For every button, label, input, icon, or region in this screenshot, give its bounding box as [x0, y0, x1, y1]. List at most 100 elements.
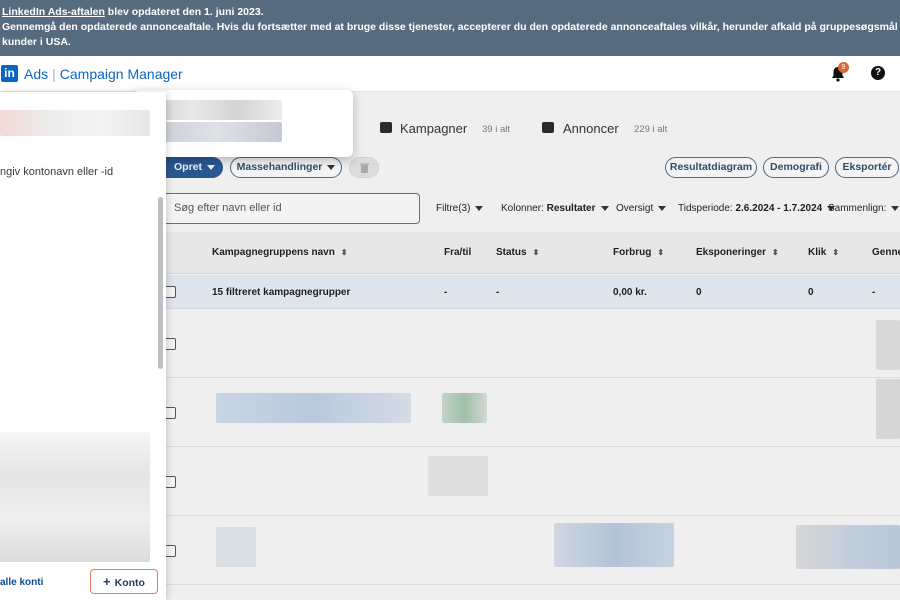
caret-down-icon [891, 205, 900, 211]
col-spend[interactable]: Forbrug ⬍ [613, 247, 664, 258]
main-content: Kampagner 39 i alt Annoncer 229 i alt Op… [166, 92, 900, 600]
caret-down-icon [207, 164, 215, 170]
compare-dropdown[interactable]: Sammenlign: [828, 203, 900, 214]
col-name-label: Kampagnegruppens navn [212, 247, 335, 258]
caret-down-icon [600, 205, 609, 211]
col-impressions[interactable]: Eksponeringer ⬍ [696, 247, 779, 258]
sort-icon: ⬍ [832, 248, 840, 257]
delete-button[interactable] [349, 157, 379, 178]
col-clicks[interactable]: Klik ⬍ [808, 247, 839, 258]
demographics-button[interactable]: Demografi [763, 157, 829, 178]
add-account-button[interactable]: + Konto [90, 569, 158, 594]
period-dropdown[interactable]: Tidsperiode: 2.6.2024 - 1.7.2024 [678, 203, 836, 214]
trash-icon [359, 163, 369, 173]
agreement-banner: LinkedIn Ads-aftalen blev opdateret den … [0, 0, 900, 56]
redacted-account-name [148, 100, 282, 120]
redacted-content [876, 320, 900, 370]
sort-icon: ⬍ [340, 248, 348, 257]
tab-ads-count: 229 i alt [634, 124, 668, 135]
columns-dropdown[interactable]: Kolonner: Resultater [501, 203, 609, 214]
brand-title[interactable]: Ads | Campaign Manager [24, 66, 183, 82]
compare-label: Sammenlign: [828, 203, 887, 214]
help-icon[interactable]: ? [871, 66, 885, 80]
col-status-label: Status [496, 247, 527, 258]
summary-impressions: 0 [696, 287, 702, 298]
redacted-account-id [148, 122, 282, 142]
summary-spend: 0,00 kr. [613, 287, 647, 298]
tab-campaigns-count: 39 i alt [482, 124, 510, 135]
redacted-content [876, 379, 900, 439]
results-chart-button[interactable]: Resultatdiagram [665, 157, 757, 178]
row-checkbox[interactable] [166, 338, 176, 350]
campaign-icon [380, 122, 392, 133]
col-fromto[interactable]: Fra/til [444, 247, 471, 258]
row-checkbox[interactable] [166, 407, 176, 419]
summary-more: - [872, 287, 876, 298]
sort-icon: ⬍ [657, 248, 665, 257]
caret-down-icon [327, 164, 336, 170]
tab-campaigns[interactable]: Kampagner [400, 121, 467, 136]
col-fromto-label: Fra/til [444, 247, 472, 258]
sort-icon: ⬍ [532, 248, 540, 257]
all-accounts-link[interactable]: alle konti [0, 577, 43, 588]
period-value: 2.6.2024 - 1.7.2024 [735, 203, 823, 214]
redacted-account-header [0, 110, 150, 136]
account-search-input[interactable]: ngiv kontonavn eller -id [0, 166, 113, 178]
summary-clicks: 0 [808, 287, 814, 298]
add-account-label: Konto [114, 577, 145, 589]
columns-value: Resultater [546, 203, 596, 214]
row-checkbox[interactable] [166, 476, 176, 488]
banner-line2: Gennemgå den opdaterede annonceaftale. H… [2, 21, 900, 33]
banner-line1: blev opdateret den 1. juni 2023. [104, 6, 264, 18]
ads-agreement-link[interactable]: LinkedIn Ads-aftalen [2, 6, 105, 18]
redacted-content [442, 393, 487, 423]
col-impressions-label: Eksponeringer [696, 247, 767, 258]
col-clicks-label: Klik [808, 247, 827, 258]
account-popover[interactable] [134, 90, 353, 157]
create-label: Opret [173, 161, 202, 173]
col-spend-label: Forbrug [613, 247, 652, 258]
notification-badge: 9 [838, 62, 849, 73]
search-input[interactable]: Søg efter navn eller id [166, 193, 420, 224]
summary-status: - [496, 287, 500, 298]
summary-fromto: - [444, 287, 448, 298]
brand-separator: | [52, 66, 56, 82]
table-row[interactable] [166, 517, 900, 585]
top-header: in Ads | Campaign Manager 9 ? [0, 56, 900, 92]
table-row[interactable] [166, 448, 900, 516]
bulk-label: Massehandlinger [236, 161, 323, 173]
period-label: Tidsperiode: [678, 203, 733, 214]
filters-label: Filtre(3) [436, 203, 471, 214]
row-checkbox[interactable] [166, 545, 176, 557]
table-header: Kampagnegruppens navn ⬍ Fra/til Status ⬍ F… [166, 232, 900, 274]
col-more-label: Genne [872, 247, 900, 258]
brand-name: Campaign Manager [59, 66, 183, 82]
col-name[interactable]: Kampagnegruppens navn ⬍ [212, 247, 348, 258]
overview-dropdown[interactable]: Oversigt [616, 203, 667, 214]
overview-label: Oversigt [616, 203, 654, 214]
col-more[interactable]: Genne [872, 247, 900, 258]
summary-row: 15 filtreret kampagnegrupper - - 0,00 kr… [166, 275, 900, 309]
brand-ads: Ads [24, 66, 49, 82]
create-button[interactable]: Opret [166, 157, 223, 178]
plus-icon: + [103, 574, 111, 589]
linkedin-logo[interactable]: in [1, 65, 18, 82]
table-row[interactable] [166, 310, 900, 378]
col-status[interactable]: Status ⬍ [496, 247, 539, 258]
drawer-scrollbar[interactable] [158, 197, 163, 369]
export-button[interactable]: Eksportér [835, 157, 899, 178]
redacted-content [216, 393, 411, 423]
redacted-content [796, 525, 900, 569]
account-drawer: ngiv kontonavn eller -id alle konti + Kon… [0, 92, 166, 600]
redacted-account-list [0, 432, 150, 562]
banner-line3: kunder i USA. [2, 36, 71, 48]
filters-dropdown[interactable]: Filtre(3) [436, 203, 484, 214]
redacted-content [554, 523, 674, 567]
caret-down-icon [658, 205, 667, 211]
columns-label: Kolonner: [501, 203, 544, 214]
tab-ads[interactable]: Annoncer [563, 121, 619, 136]
redacted-content [216, 527, 256, 567]
table-row[interactable] [166, 379, 900, 447]
bulk-actions-button[interactable]: Massehandlinger [230, 157, 342, 178]
select-all-checkbox[interactable] [166, 286, 176, 298]
